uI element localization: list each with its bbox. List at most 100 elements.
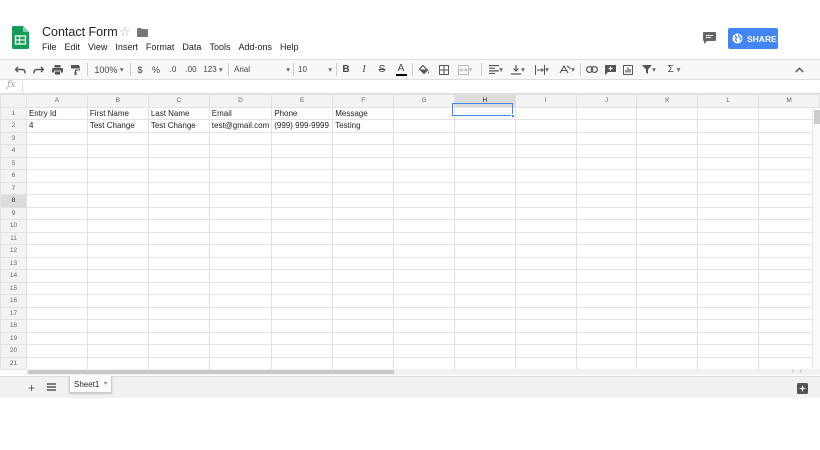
cell-e4[interactable] — [271, 144, 334, 158]
cell-h12[interactable] — [453, 244, 516, 258]
cell-j19[interactable] — [575, 331, 638, 345]
cell-a18[interactable] — [25, 319, 88, 333]
cell-e8[interactable] — [271, 194, 334, 208]
cell-f20[interactable] — [332, 344, 395, 358]
cell-h14[interactable] — [453, 269, 516, 283]
cell-f18[interactable] — [332, 319, 395, 333]
cell-l3[interactable] — [697, 131, 760, 145]
row-header-5[interactable]: 5 — [0, 156, 27, 170]
vertical-align-button[interactable]: ▾ — [508, 60, 528, 79]
star-icon[interactable]: ☆ — [119, 24, 131, 40]
cell-d16[interactable] — [208, 294, 273, 308]
cell-j10[interactable] — [575, 219, 638, 233]
row-header-20[interactable]: 20 — [0, 344, 27, 358]
cell-h18[interactable] — [453, 319, 516, 333]
cell-d9[interactable] — [208, 206, 273, 220]
cell-f19[interactable] — [332, 331, 395, 345]
cell-j1[interactable] — [575, 106, 638, 120]
cell-i19[interactable] — [514, 331, 577, 345]
menu-edit[interactable]: Edit — [65, 42, 86, 52]
cell-j21[interactable] — [575, 356, 638, 370]
cell-c4[interactable] — [147, 144, 210, 158]
cell-k15[interactable] — [636, 281, 699, 295]
text-rotation-button[interactable]: ▾ — [556, 60, 578, 79]
cell-l7[interactable] — [697, 181, 760, 195]
cell-b15[interactable] — [86, 281, 149, 295]
italic-button[interactable]: I — [358, 60, 370, 79]
cell-a16[interactable] — [25, 294, 88, 308]
cell-b1[interactable]: First Name — [86, 106, 149, 120]
row-header-17[interactable]: 17 — [0, 306, 27, 320]
cell-j15[interactable] — [575, 281, 638, 295]
cell-f11[interactable] — [332, 231, 395, 245]
cell-i10[interactable] — [514, 219, 577, 233]
cell-e10[interactable] — [271, 219, 334, 233]
cell-a14[interactable] — [25, 269, 88, 283]
cell-c11[interactable] — [147, 231, 210, 245]
cell-f10[interactable] — [332, 219, 395, 233]
menu-addons[interactable]: Add-ons — [238, 42, 277, 52]
cell-e1[interactable]: Phone — [271, 106, 334, 120]
cell-f16[interactable] — [332, 294, 395, 308]
cell-i17[interactable] — [514, 306, 577, 320]
format-percent-button[interactable]: % — [150, 60, 162, 79]
column-header-b[interactable]: B — [86, 94, 149, 108]
column-header-i[interactable]: I — [514, 94, 577, 108]
cell-l2[interactable] — [697, 119, 760, 133]
cell-l6[interactable] — [697, 169, 760, 183]
cell-l14[interactable] — [697, 269, 760, 283]
cell-m15[interactable] — [758, 281, 820, 295]
cell-h20[interactable] — [453, 344, 516, 358]
cell-m21[interactable] — [758, 356, 820, 370]
cell-g10[interactable] — [393, 219, 455, 233]
cell-j18[interactable] — [575, 319, 638, 333]
cell-f9[interactable] — [332, 206, 395, 220]
font-select[interactable]: Arial ▾ — [234, 60, 290, 79]
menu-data[interactable]: Data — [182, 42, 206, 52]
more-formats-button[interactable]: 123 ▾ — [202, 60, 224, 79]
cell-a1[interactable]: Entry Id — [25, 106, 88, 120]
menu-help[interactable]: Help — [280, 42, 304, 52]
document-title[interactable]: Contact Form — [42, 25, 118, 39]
cell-e2[interactable]: (999) 999-9999 — [271, 119, 334, 133]
row-header-18[interactable]: 18 — [0, 319, 27, 333]
cell-f7[interactable] — [332, 181, 395, 195]
cell-m14[interactable] — [758, 269, 820, 283]
cell-i14[interactable] — [514, 269, 577, 283]
font-size-select[interactable]: 10 ▾ — [298, 60, 332, 79]
cell-g8[interactable] — [393, 194, 455, 208]
cell-a11[interactable] — [25, 231, 88, 245]
cell-m12[interactable] — [758, 244, 820, 258]
cell-j9[interactable] — [575, 206, 638, 220]
explore-icon[interactable] — [797, 383, 808, 394]
cell-m4[interactable] — [758, 144, 820, 158]
cell-e3[interactable] — [271, 131, 334, 145]
collapse-menus-button[interactable] — [792, 60, 806, 79]
cell-g20[interactable] — [393, 344, 455, 358]
redo-button[interactable] — [31, 60, 45, 79]
cell-l12[interactable] — [697, 244, 760, 258]
row-header-13[interactable]: 13 — [0, 256, 27, 270]
cell-f21[interactable] — [332, 356, 395, 370]
cell-j17[interactable] — [575, 306, 638, 320]
sheets-logo-icon[interactable] — [12, 26, 29, 49]
cell-h1[interactable] — [453, 106, 516, 120]
cell-e21[interactable] — [271, 356, 334, 370]
cell-e13[interactable] — [271, 256, 334, 270]
cell-l11[interactable] — [697, 231, 760, 245]
sheet-tab[interactable]: Sheet1 ▾ — [69, 376, 112, 393]
cell-c10[interactable] — [147, 219, 210, 233]
cell-g11[interactable] — [393, 231, 455, 245]
cell-g15[interactable] — [393, 281, 455, 295]
cell-e11[interactable] — [271, 231, 334, 245]
scroll-arrows-icon[interactable]: ‹ › — [792, 369, 804, 375]
cell-d20[interactable] — [208, 344, 273, 358]
cell-k20[interactable] — [636, 344, 699, 358]
cell-a20[interactable] — [25, 344, 88, 358]
cell-l17[interactable] — [697, 306, 760, 320]
cell-b7[interactable] — [86, 181, 149, 195]
column-header-k[interactable]: K — [636, 94, 699, 108]
vertical-scroll-thumb[interactable] — [814, 110, 820, 124]
cell-k4[interactable] — [636, 144, 699, 158]
share-button[interactable]: SHARE — [728, 28, 778, 49]
